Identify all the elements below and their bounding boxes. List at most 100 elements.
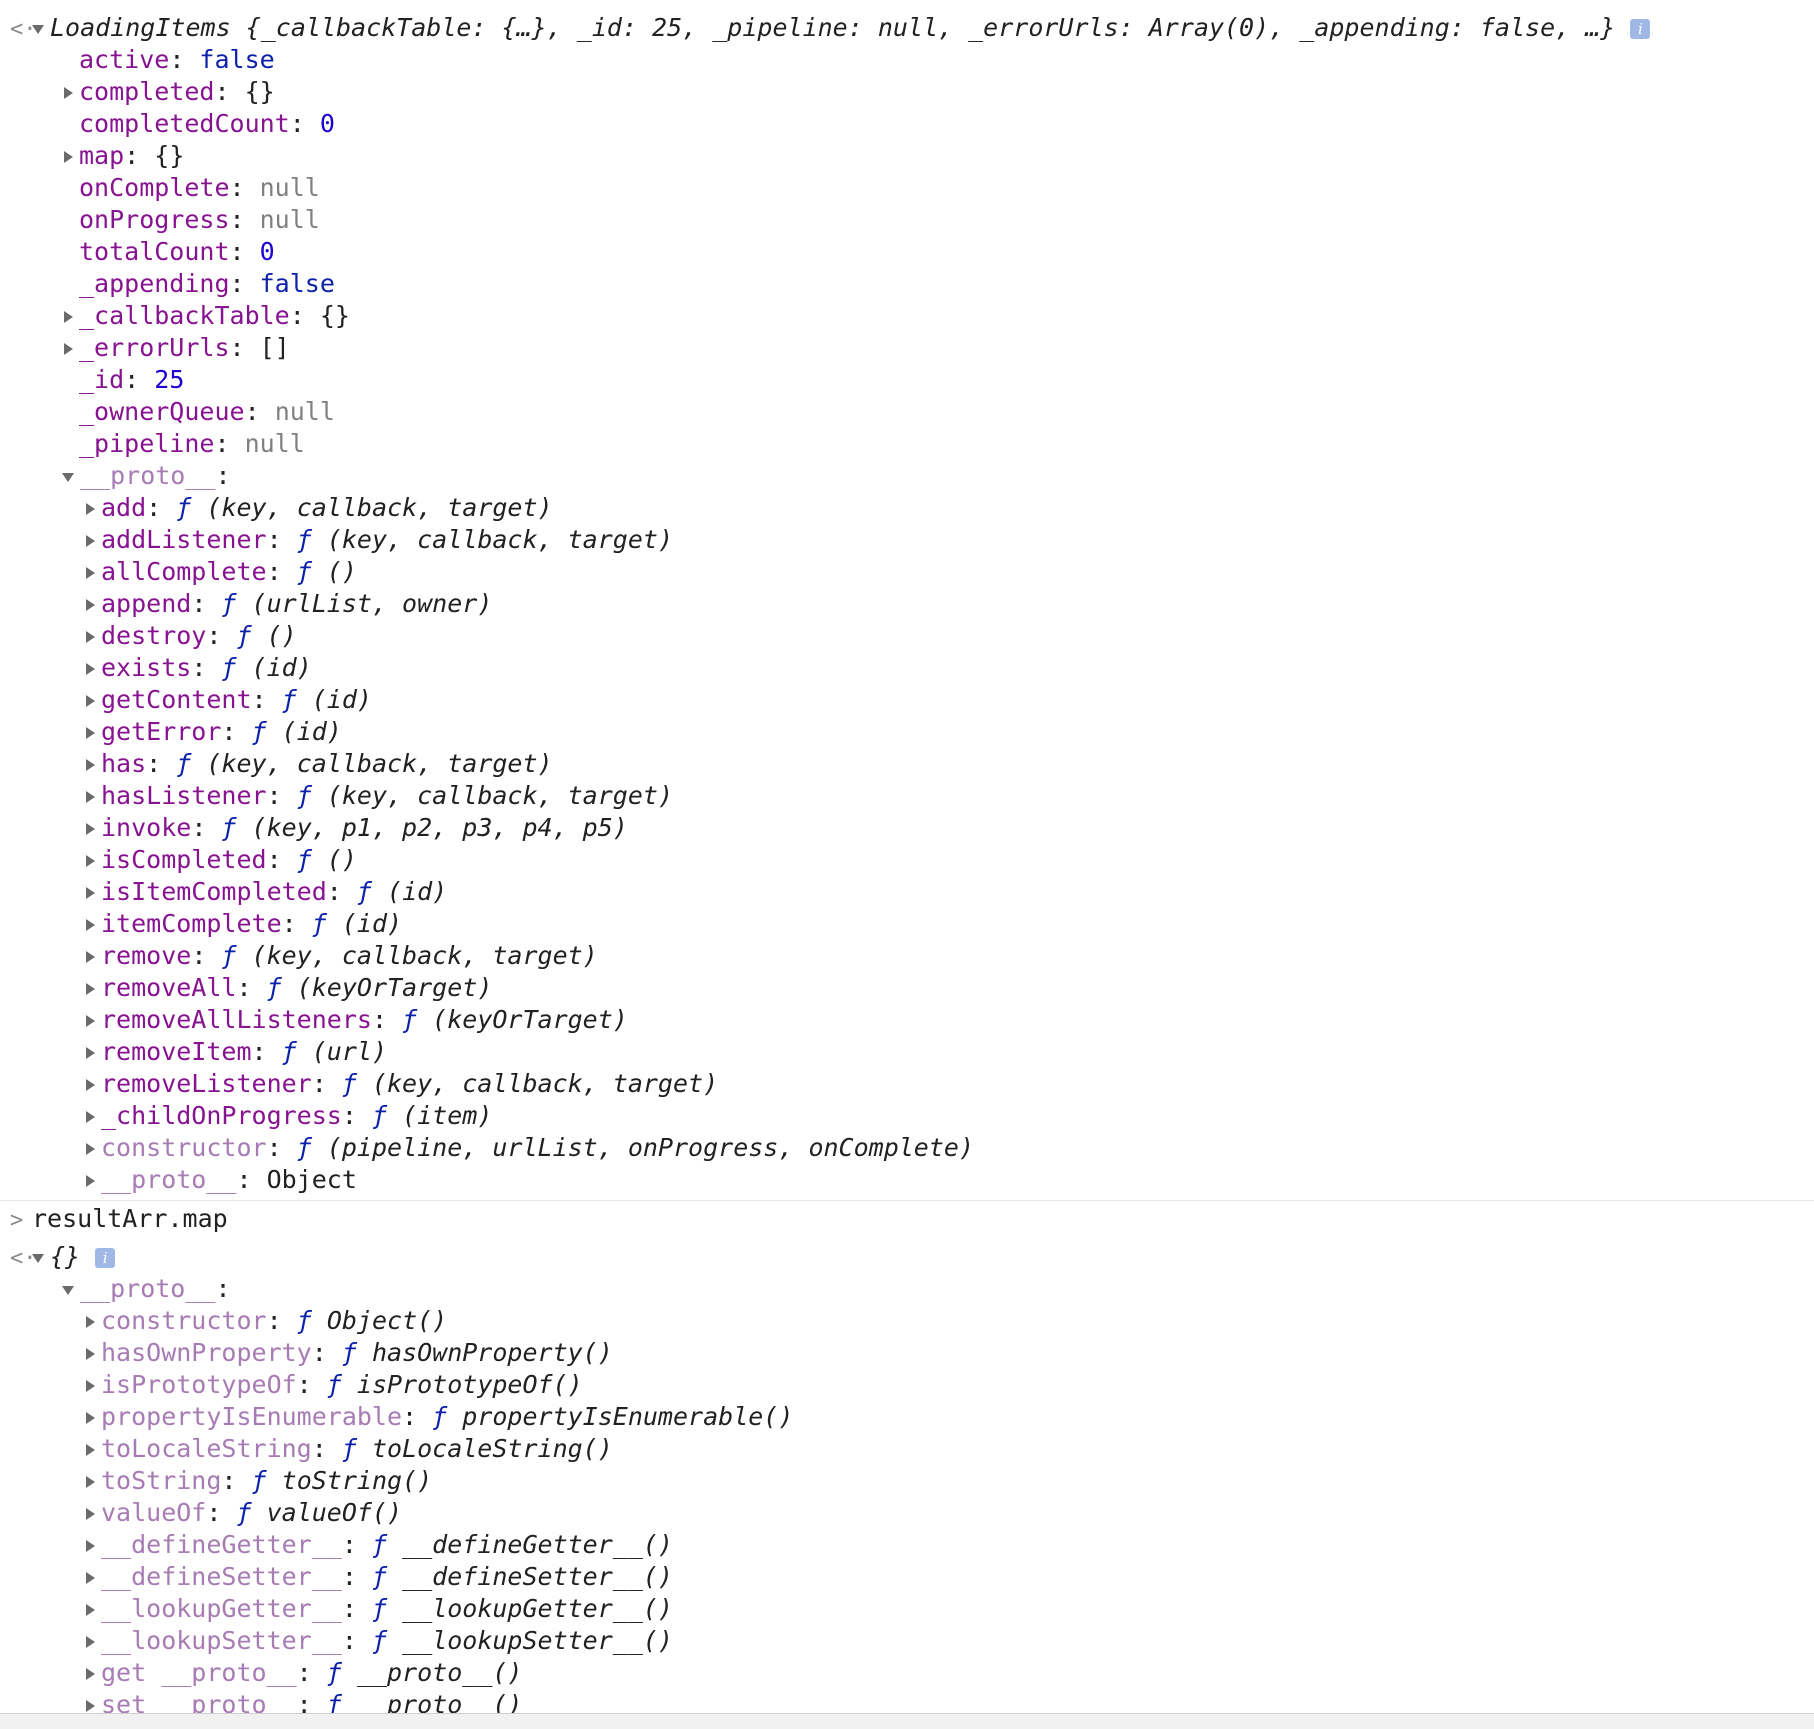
triangle-right-icon[interactable] [86,823,95,835]
proto-method-row[interactable]: itemComplete: ƒ (id) [0,908,1814,940]
triangle-right-icon[interactable] [86,1412,95,1425]
method-key: isItemCompleted [101,877,327,906]
triangle-right-icon[interactable] [86,663,95,675]
proto-method-row[interactable]: _childOnProgress: ƒ (item) [0,1100,1814,1132]
triangle-right-icon[interactable] [86,1604,95,1617]
proto-method-row[interactable]: __defineSetter__: ƒ __defineSetter__() [0,1561,1814,1593]
property-row[interactable]: _errorUrls: [] [0,332,1814,364]
proto-method-row[interactable]: __lookupGetter__: ƒ __lookupGetter__() [0,1593,1814,1625]
proto-method-row[interactable]: allComplete: ƒ () [0,556,1814,588]
proto-method-row[interactable]: get __proto__: ƒ __proto__() [0,1657,1814,1689]
proto-method-row[interactable]: constructor: ƒ (pipeline, urlList, onPro… [0,1132,1814,1164]
proto-row[interactable]: __proto__: [0,460,1814,492]
proto-method-row[interactable]: exists: ƒ (id) [0,652,1814,684]
triangle-right-icon[interactable] [86,1508,95,1521]
triangle-right-icon[interactable] [86,1380,95,1393]
triangle-down-icon[interactable] [32,1253,44,1263]
proto-method-row[interactable]: remove: ƒ (key, callback, target) [0,940,1814,972]
function-glyph: ƒ [221,653,237,682]
triangle-right-icon[interactable] [86,1175,95,1187]
triangle-right-icon[interactable] [86,695,95,707]
triangle-right-icon[interactable] [86,567,95,579]
proto-tail-row[interactable]: __proto__: Object [0,1164,1814,1196]
triangle-right-icon[interactable] [86,1047,95,1059]
proto-method-row[interactable]: removeItem: ƒ (url) [0,1036,1814,1068]
console-input-row[interactable]: > resultArr.map [0,1203,1814,1235]
triangle-right-icon[interactable] [64,311,73,323]
punctuation [357,1338,372,1367]
proto-method-row[interactable]: append: ƒ (urlList, owner) [0,588,1814,620]
triangle-right-icon[interactable] [86,1572,95,1585]
triangle-right-icon[interactable] [86,919,95,931]
proto-method-row[interactable]: isCompleted: ƒ () [0,844,1814,876]
triangle-right-icon[interactable] [86,1476,95,1489]
proto-method-row[interactable]: __lookupSetter__: ƒ __lookupSetter__() [0,1625,1814,1657]
proto-method-row[interactable]: isPrototypeOf: ƒ isPrototypeOf() [0,1369,1814,1401]
triangle-right-icon[interactable] [64,151,73,163]
proto-method-row[interactable]: removeAll: ƒ (keyOrTarget) [0,972,1814,1004]
proto-method-row[interactable]: constructor: ƒ Object() [0,1305,1814,1337]
method-key: hasListener [101,781,267,810]
triangle-down-icon[interactable] [62,472,74,482]
proto-method-row[interactable]: getContent: ƒ (id) [0,684,1814,716]
proto-method-row[interactable]: getError: ƒ (id) [0,716,1814,748]
triangle-right-icon[interactable] [86,1444,95,1457]
triangle-right-icon[interactable] [86,1143,95,1155]
proto-method-row[interactable]: hasOwnProperty: ƒ hasOwnProperty() [0,1337,1814,1369]
punctuation [387,1594,402,1623]
proto-method-row[interactable]: valueOf: ƒ valueOf() [0,1497,1814,1529]
proto-method-row[interactable]: removeListener: ƒ (key, callback, target… [0,1068,1814,1100]
proto-method-row[interactable]: add: ƒ (key, callback, target) [0,492,1814,524]
proto-method-row[interactable]: addListener: ƒ (key, callback, target) [0,524,1814,556]
proto-method-row[interactable]: hasListener: ƒ (key, callback, target) [0,780,1814,812]
triangle-right-icon[interactable] [86,1079,95,1091]
proto-method-row[interactable]: has: ƒ (key, callback, target) [0,748,1814,780]
triangle-right-icon[interactable] [86,1668,95,1681]
triangle-right-icon[interactable] [64,343,73,355]
punctuation: : [341,1530,372,1560]
proto-method-row[interactable]: isItemCompleted: ƒ (id) [0,876,1814,908]
proto-method-row[interactable]: invoke: ƒ (key, p1, p2, p3, p4, p5) [0,812,1814,844]
proto-method-row[interactable]: __defineGetter__: ƒ __defineGetter__() [0,1529,1814,1561]
triangle-right-icon[interactable] [86,855,95,867]
triangle-right-icon[interactable] [86,1316,95,1329]
proto-method-row[interactable]: toString: ƒ toString() [0,1465,1814,1497]
triangle-down-icon[interactable] [62,1285,74,1295]
triangle-right-icon[interactable] [86,1015,95,1027]
function-glyph: ƒ [326,1370,342,1400]
triangle-right-icon[interactable] [86,503,95,515]
property-row[interactable]: completed: {} [0,76,1814,108]
triangle-right-icon[interactable] [86,1348,95,1361]
function-signature: __proto__() [356,1658,523,1688]
proto-method-row[interactable]: propertyIsEnumerable: ƒ propertyIsEnumer… [0,1401,1814,1433]
triangle-right-icon[interactable] [86,983,95,995]
punctuation [252,1498,267,1527]
result-row-map[interactable]: <· {} i [0,1241,1814,1273]
triangle-right-icon[interactable] [86,951,95,963]
triangle-down-icon[interactable] [32,24,44,34]
property-row[interactable]: _callbackTable: {} [0,300,1814,332]
triangle-right-icon[interactable] [86,1700,95,1713]
triangle-right-icon[interactable] [86,887,95,899]
punctuation [282,973,297,1002]
proto-method-row[interactable]: removeAllListeners: ƒ (keyOrTarget) [0,1004,1814,1036]
proto-method-row[interactable]: toLocaleString: ƒ toLocaleString() [0,1433,1814,1465]
triangle-right-icon[interactable] [86,759,95,771]
method-key: __defineGetter__ [101,1530,342,1560]
triangle-right-icon[interactable] [86,599,95,611]
proto-method-row[interactable]: destroy: ƒ () [0,620,1814,652]
triangle-right-icon[interactable] [86,791,95,803]
triangle-right-icon[interactable] [86,535,95,547]
punctuation: : [251,685,282,714]
triangle-right-icon[interactable] [86,1111,95,1123]
function-signature: (key, callback, target) [251,941,598,970]
property-row[interactable]: map: {} [0,140,1814,172]
triangle-right-icon[interactable] [64,87,73,99]
triangle-right-icon[interactable] [86,727,95,739]
proto-row[interactable]: __proto__: [0,1273,1814,1305]
triangle-right-icon[interactable] [86,1636,95,1649]
triangle-right-icon[interactable] [86,631,95,643]
punctuation [417,1005,432,1034]
triangle-right-icon[interactable] [86,1540,95,1553]
result-row-loadingitems[interactable]: <· LoadingItems {_callbackTable: {…}, _id… [0,12,1814,44]
